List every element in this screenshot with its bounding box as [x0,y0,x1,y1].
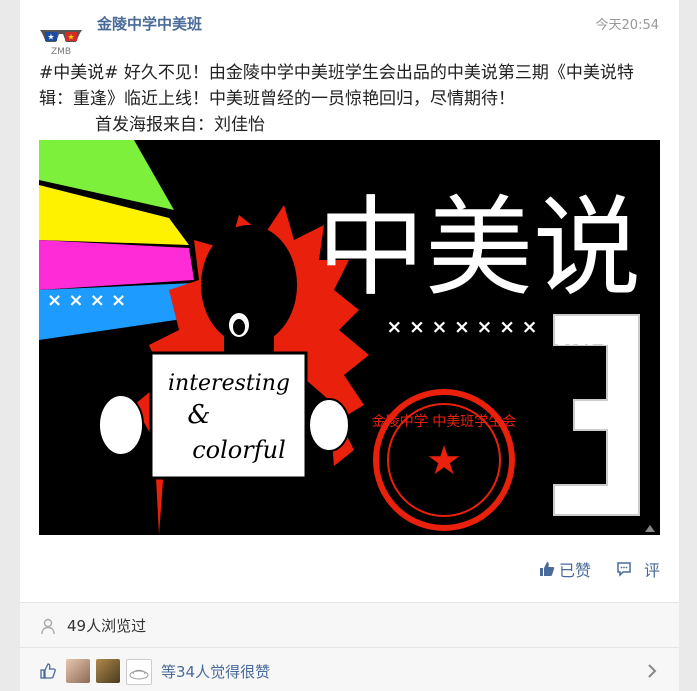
chevron-right-icon [648,664,657,678]
viewers-icon [41,618,55,635]
left-hand [98,394,144,456]
poster-crosses: × × × × × × × [386,316,537,338]
post-body: #中美说# 好久不见！由金陵中学中美班学生会出品的中美说第三期《中美说特辑：重逢… [39,63,634,109]
likes-thumb-icon [40,663,56,679]
account-name[interactable]: 金陵中学中美班 [97,13,202,34]
svg-text:★: ★ [67,33,74,42]
liker-avatar[interactable] [126,659,152,685]
thumbs-up-icon [540,562,555,576]
liker-avatar[interactable] [66,659,90,683]
liker-avatar[interactable] [96,659,120,683]
post-actions: 已赞 评 [20,556,679,582]
post-timestamp: 今天20:54 [595,18,659,33]
zmb-logo-icon: ★ ★ ZMB [38,18,84,64]
poster-date: 2015-3 [557,333,612,349]
sign-line-3: colorful [192,436,286,464]
post-image[interactable]: × × × × interesting & colorful 中美说 × × ×… [39,140,660,535]
svg-text:ZMB: ZMB [51,47,71,57]
views-count: 49人浏览过 [67,617,147,635]
comment-label: 评 [644,561,661,580]
poster-artwork: × × × × interesting & colorful 中美说 × × ×… [39,140,660,535]
likes-row[interactable]: 等34人觉得很赞 [20,648,679,691]
silhouette-head [201,225,297,345]
like-label: 已赞 [559,561,592,580]
account-avatar[interactable]: ★ ★ ZMB [38,18,84,64]
comment-button[interactable]: 评 [616,556,660,582]
sign-line-2: & [187,400,210,430]
cloud-icon [129,669,149,680]
post-card: ★ ★ ZMB 金陵中学中美班 今天20:54 #中美说# 好久不见！由金陵中学… [20,0,679,691]
post-credit: 首发海报来自：刘佳怡 [95,115,265,135]
side-crosses: × × × × [47,290,126,311]
svg-text:★: ★ [47,33,54,42]
stamp-star-icon: ★ [426,438,462,484]
stamp-text: 金陵中学 中美班学生会 [372,414,516,430]
post-text: #中美说# 好久不见！由金陵中学中美班学生会出品的中美说第三期《中美说特辑：重逢… [39,60,664,138]
likes-count: 等34人觉得很赞 [161,663,271,681]
comment-icon [617,562,631,577]
poster-title: 中美说 [317,186,641,311]
sign-line-1: interesting [168,371,290,396]
views-row: 49人浏览过 [20,603,679,647]
like-button[interactable]: 已赞 [539,556,591,582]
right-hand [308,398,350,452]
